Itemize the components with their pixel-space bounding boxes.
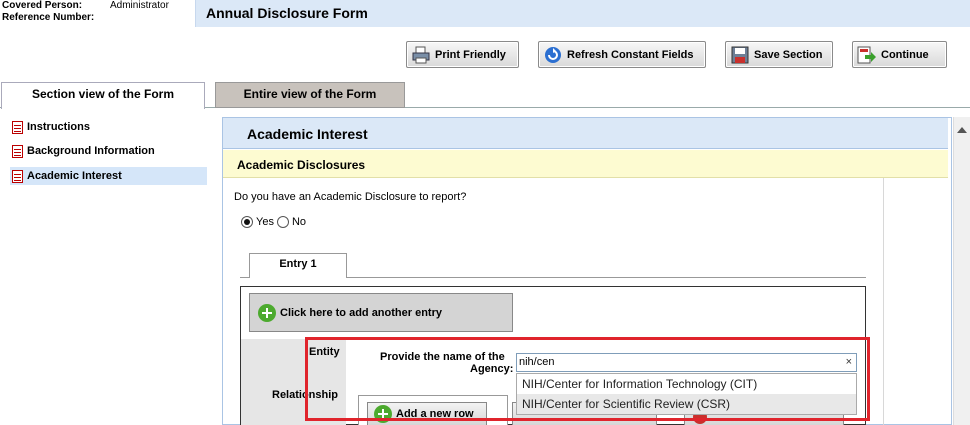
- disclosure-radio-group: Yes No: [241, 216, 306, 228]
- covered-person-value: Administrator: [110, 0, 169, 11]
- continue-button[interactable]: Continue: [852, 41, 947, 68]
- print-friendly-label: Print Friendly: [435, 48, 506, 61]
- sidebar-item-instructions[interactable]: Instructions: [10, 118, 207, 136]
- form-title-bar: Annual Disclosure Form: [195, 0, 970, 27]
- tab-section-view[interactable]: Section view of the Form: [1, 82, 205, 109]
- radio-yes-label[interactable]: Yes: [256, 216, 274, 228]
- reference-number-label: Reference Number:: [2, 12, 95, 23]
- save-section-label: Save Section: [754, 48, 823, 61]
- tab-entire-view[interactable]: Entire view of the Form: [215, 82, 405, 108]
- sidebar-item-academic-interest[interactable]: Academic Interest: [10, 167, 207, 185]
- refresh-icon: [543, 45, 563, 65]
- panel-divider: [883, 178, 884, 425]
- continue-label: Continue: [881, 48, 929, 61]
- highlight-box: [305, 337, 870, 421]
- add-entry-label: Click here to add another entry: [280, 306, 442, 319]
- radio-no-label[interactable]: No: [292, 216, 306, 228]
- refresh-constant-fields-button[interactable]: Refresh Constant Fields: [538, 41, 706, 68]
- refresh-constant-fields-label: Refresh Constant Fields: [567, 48, 694, 61]
- document-icon: [12, 120, 23, 134]
- document-icon: [12, 169, 23, 183]
- tab-entry-1[interactable]: Entry 1: [249, 253, 347, 278]
- print-friendly-button[interactable]: Print Friendly: [406, 41, 519, 68]
- header-info: Covered Person: Administrator Reference …: [2, 0, 192, 28]
- scroll-up-arrow-icon[interactable]: [957, 127, 967, 133]
- disclosure-question: Do you have an Academic Disclosure to re…: [234, 191, 467, 203]
- plus-icon: [258, 303, 276, 322]
- subsection-header: Academic Disclosures: [223, 150, 948, 178]
- covered-person-label: Covered Person:: [2, 0, 83, 11]
- section-title: Academic Interest: [247, 126, 368, 142]
- save-section-button[interactable]: Save Section: [725, 41, 833, 68]
- sidebar-item-label: Instructions: [27, 121, 90, 133]
- printer-icon: [411, 45, 431, 65]
- vertical-scrollbar[interactable]: [953, 117, 970, 425]
- section-header: Academic Interest: [223, 118, 948, 149]
- floppy-disk-icon: [730, 45, 750, 65]
- sidebar-item-label: Background Information: [27, 145, 155, 157]
- continue-arrow-icon: [857, 45, 877, 65]
- sidebar-item-background-information[interactable]: Background Information: [10, 142, 207, 160]
- form-title: Annual Disclosure Form: [206, 5, 368, 21]
- document-icon: [12, 144, 23, 158]
- subsection-title: Academic Disclosures: [237, 158, 366, 172]
- sidebar-item-label: Academic Interest: [27, 170, 122, 182]
- radio-yes[interactable]: [241, 216, 253, 228]
- add-entry-button[interactable]: Click here to add another entry: [249, 293, 513, 332]
- radio-no[interactable]: [276, 216, 289, 228]
